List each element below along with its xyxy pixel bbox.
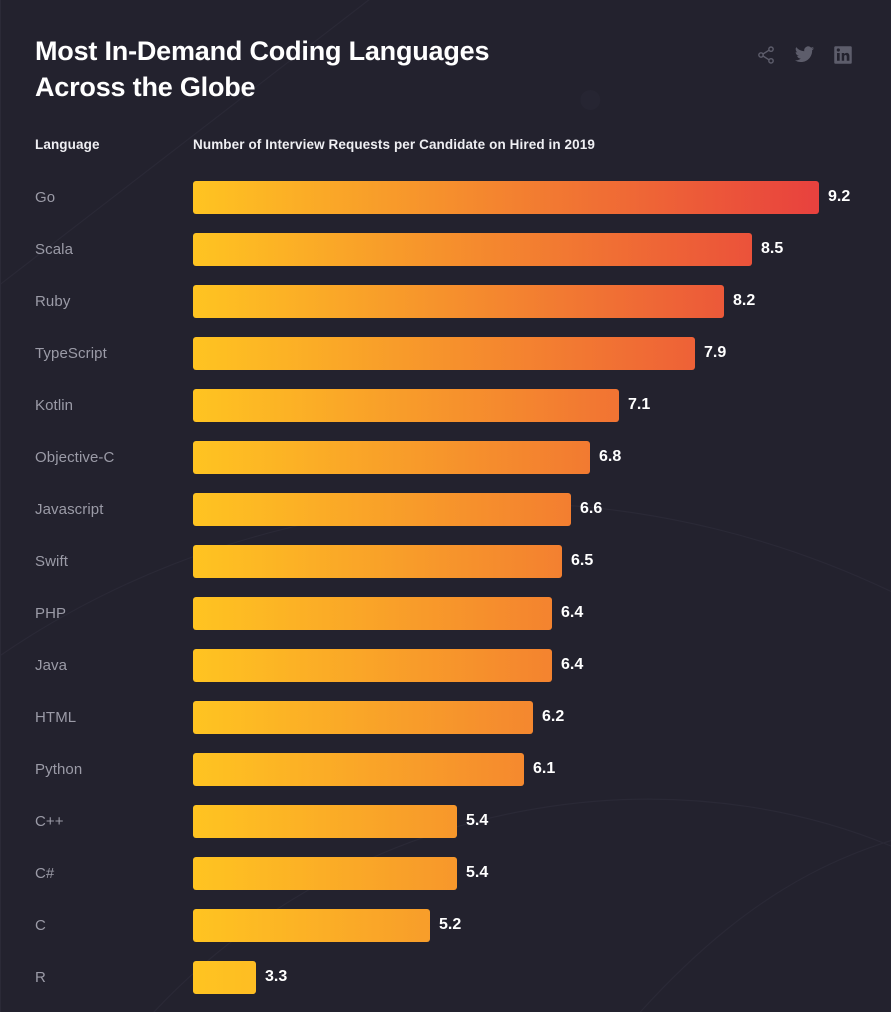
bar-category-label: C# xyxy=(35,864,55,882)
bar[interactable] xyxy=(193,804,457,838)
bar-category-label: Scala xyxy=(35,240,74,258)
bar-value-label: 6.1 xyxy=(533,760,556,778)
chart-row: Python 6.1 xyxy=(35,743,855,795)
bar-value-label: 6.4 xyxy=(561,604,584,622)
bar-value-label: 6.5 xyxy=(571,552,594,570)
bar-value-label: 5.4 xyxy=(466,864,489,882)
bar-category-label: Go xyxy=(35,188,56,206)
bar[interactable] xyxy=(193,440,590,474)
bar-value-label: 9.2 xyxy=(828,188,851,206)
chart-row: TypeScript 7.9 xyxy=(35,327,855,379)
bar[interactable] xyxy=(193,752,524,786)
chart-row: Swift 6.5 xyxy=(35,535,855,587)
bar-category-label: TypeScript xyxy=(35,344,107,362)
linkedin-icon[interactable] xyxy=(833,45,853,65)
chart-row: C++ 5.4 xyxy=(35,795,855,847)
bar-track: 7.9 xyxy=(193,327,855,379)
bar-track: 6.4 xyxy=(193,639,855,691)
bar[interactable] xyxy=(193,596,552,630)
page-title: Most In-Demand Coding Languages Across t… xyxy=(35,36,490,102)
infographic-root: Most In-Demand Coding Languages Across t… xyxy=(0,0,891,1012)
bar-track: 8.2 xyxy=(193,275,855,327)
chart-row: C 5.2 xyxy=(35,899,855,951)
chart-row: Java 6.4 xyxy=(35,639,855,691)
header: Most In-Demand Coding Languages Across t… xyxy=(35,34,855,105)
bar-track: 7.1 xyxy=(193,379,855,431)
bar-value-label: 7.9 xyxy=(704,344,727,362)
bar-category-label: Ruby xyxy=(35,292,71,310)
bar-value-label: 6.2 xyxy=(542,708,565,726)
bar-category-label: HTML xyxy=(35,708,77,726)
bar-track: 6.4 xyxy=(193,587,855,639)
bar-category-label: Java xyxy=(35,656,68,674)
bar-value-label: 8.2 xyxy=(733,292,756,310)
column-header-metric: Number of Interview Requests per Candida… xyxy=(193,137,595,153)
bar-track: 6.6 xyxy=(193,483,855,535)
social-share-group xyxy=(756,34,855,65)
bar[interactable] xyxy=(193,544,562,578)
share-icon[interactable] xyxy=(756,45,776,65)
bar[interactable] xyxy=(193,492,571,526)
chart-row: Ruby 8.2 xyxy=(35,275,855,327)
bar-category-label: PHP xyxy=(35,604,67,622)
bar-category-label: C xyxy=(35,916,46,934)
bar-track: 3.3 xyxy=(193,951,855,1003)
bar-category-label: Swift xyxy=(35,552,69,570)
bar[interactable] xyxy=(193,284,724,318)
content-area: Most In-Demand Coding Languages Across t… xyxy=(1,0,891,1003)
bar[interactable] xyxy=(193,336,695,370)
bar[interactable] xyxy=(193,960,256,994)
bar-track: 6.1 xyxy=(193,743,855,795)
bar-category-label: C++ xyxy=(35,812,64,830)
bar-track: 6.8 xyxy=(193,431,855,483)
chart-row: Kotlin 7.1 xyxy=(35,379,855,431)
bar-track: 5.2 xyxy=(193,899,855,951)
column-header-language: Language xyxy=(35,137,100,153)
bar[interactable] xyxy=(193,648,552,682)
bar-category-label: Objective-C xyxy=(35,448,115,466)
bar[interactable] xyxy=(193,908,430,942)
bar-track: 8.5 xyxy=(193,223,855,275)
bar[interactable] xyxy=(193,232,752,266)
bar-value-label: 6.4 xyxy=(561,656,584,674)
bar[interactable] xyxy=(193,388,619,422)
bar-track: 6.2 xyxy=(193,691,855,743)
column-headers: Language Number of Interview Requests pe… xyxy=(35,137,855,152)
chart-row: R 3.3 xyxy=(35,951,855,1003)
bar-chart: Go 9.2 Scala 8.5 Ruby 8.2 TypeScript 7.9 Kotlin 7… xyxy=(35,171,855,1003)
bar-category-label: Javascript xyxy=(35,500,104,518)
bar-value-label: 6.6 xyxy=(580,500,603,518)
twitter-icon[interactable] xyxy=(794,44,815,65)
bar-category-label: Kotlin xyxy=(35,396,74,414)
chart-row: C# 5.4 xyxy=(35,847,855,899)
bar-track: 5.4 xyxy=(193,847,855,899)
chart-row: Scala 8.5 xyxy=(35,223,855,275)
chart-row: Go 9.2 xyxy=(35,171,855,223)
bar-category-label: R xyxy=(35,968,46,986)
bar-value-label: 8.5 xyxy=(761,240,784,258)
chart-row: PHP 6.4 xyxy=(35,587,855,639)
bar-category-label: Python xyxy=(35,760,83,778)
bar-value-label: 7.1 xyxy=(628,396,651,414)
bar-track: 6.5 xyxy=(193,535,855,587)
bar-value-label: 6.8 xyxy=(599,448,622,466)
bar-value-label: 5.2 xyxy=(439,916,462,934)
bar[interactable] xyxy=(193,700,533,734)
chart-row: Objective-C 6.8 xyxy=(35,431,855,483)
bar[interactable] xyxy=(193,180,819,214)
bar[interactable] xyxy=(193,856,457,890)
chart-row: HTML 6.2 xyxy=(35,691,855,743)
bar-value-label: 5.4 xyxy=(466,812,489,830)
chart-row: Javascript 6.6 xyxy=(35,483,855,535)
bar-track: 5.4 xyxy=(193,795,855,847)
bar-value-label: 3.3 xyxy=(265,968,288,986)
bar-track: 9.2 xyxy=(193,171,855,223)
